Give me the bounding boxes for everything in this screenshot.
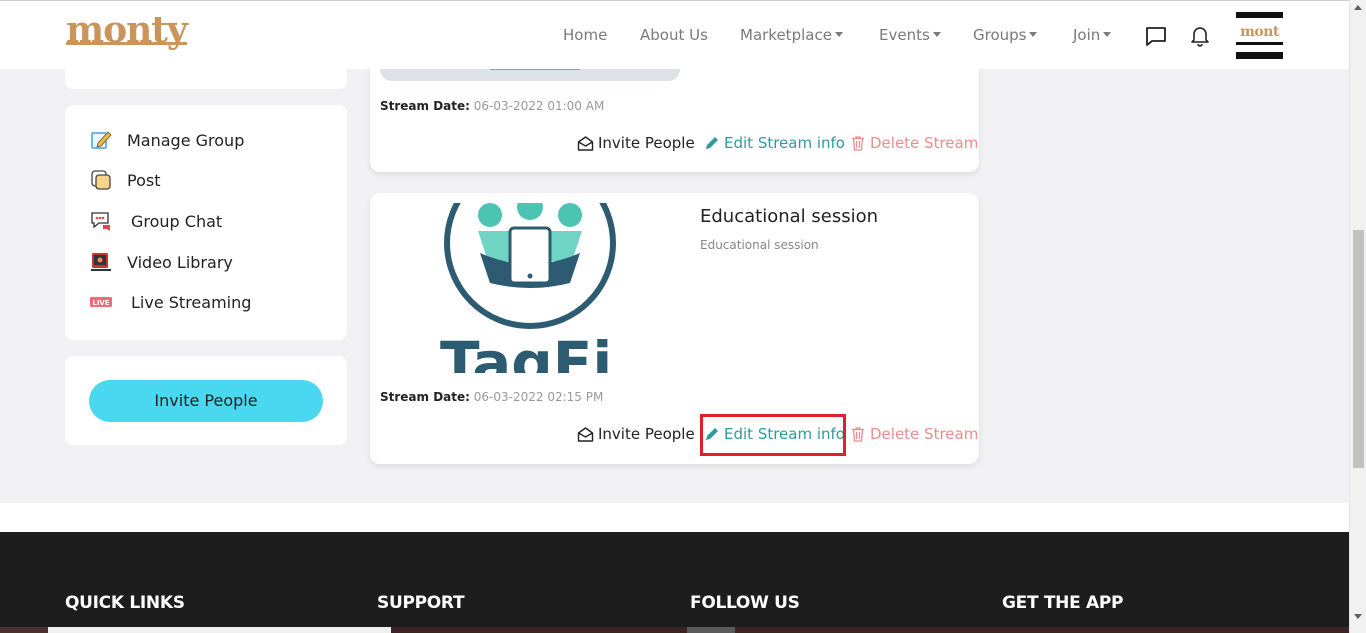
footer-strip <box>735 627 1349 633</box>
nav-events[interactable]: Events <box>879 26 941 44</box>
nav-about[interactable]: About Us <box>640 26 708 44</box>
nav-marketplace[interactable]: Marketplace <box>740 26 843 44</box>
nav-join-label: Join <box>1073 26 1101 44</box>
stream-date: Stream Date: 06-03-2022 02:15 PM <box>380 390 603 404</box>
footer-strip <box>391 627 687 633</box>
live-badge-text: LIVE <box>92 299 109 307</box>
avatar[interactable]: mont <box>1236 12 1283 59</box>
sidebar-item-manage-group[interactable]: Manage Group <box>89 127 244 153</box>
stream-date-value: 06-03-2022 01:00 AM <box>473 99 605 113</box>
edit-stream-label: Edit Stream info <box>724 134 845 152</box>
video-library-icon <box>89 250 113 274</box>
tagfi-logo-image: TagFi <box>440 203 616 373</box>
footer-strip <box>687 627 735 633</box>
delete-stream-label: Delete Stream <box>870 134 979 152</box>
bell-icon[interactable] <box>1187 23 1213 49</box>
envelope-open-icon <box>577 135 594 151</box>
chat-icon <box>89 209 113 233</box>
avatar-text: mont <box>1240 24 1279 40</box>
stream-date: Stream Date: 06-03-2022 01:00 AM <box>380 99 604 113</box>
invite-people-label: Invite People <box>598 134 695 152</box>
avatar-bar-mid <box>1236 42 1283 45</box>
nav-home[interactable]: Home <box>563 26 607 44</box>
invite-people-button[interactable]: Invite People <box>89 380 323 422</box>
scroll-down-arrow-icon[interactable] <box>1354 614 1362 619</box>
trash-icon <box>852 136 864 151</box>
sidebar-menu-card: Manage Group Post Group Chat Video Libra… <box>65 105 347 340</box>
delete-stream-label: Delete Stream <box>870 425 979 443</box>
edit-stream-link[interactable]: Edit Stream info <box>704 134 845 152</box>
scrollbar-thumb[interactable] <box>1353 230 1364 468</box>
delete-stream-link[interactable]: Delete Stream <box>850 134 978 152</box>
nav-events-label: Events <box>879 26 930 44</box>
footer-support-heading: SUPPORT <box>377 593 465 613</box>
avatar-bar-top <box>1236 12 1283 18</box>
avatar-bar-bottom <box>1236 52 1283 59</box>
sidebar-item-label: Group Chat <box>131 211 223 231</box>
nav-groups[interactable]: Groups <box>973 26 1038 44</box>
stream-description: Educational session <box>700 238 819 252</box>
sidebar-item-live-streaming[interactable]: LIVE Live Streaming <box>89 289 251 315</box>
footer-follow-us-heading: FOLLOW US <box>690 593 800 613</box>
top-navbar: monty Home About Us Marketplace Events G… <box>0 0 1349 69</box>
pencil-icon <box>706 137 718 149</box>
trash-icon <box>852 427 864 442</box>
sidebar-invite-card: Invite People <box>65 356 347 445</box>
logo-underline <box>66 42 187 45</box>
sidebar-item-post[interactable]: Post <box>89 167 160 193</box>
edit-note-icon <box>89 128 113 152</box>
live-icon: LIVE <box>89 290 113 314</box>
invite-people-link[interactable]: Invite People <box>577 134 695 152</box>
stream-title: Educational session <box>700 206 878 227</box>
footer-spacer <box>0 503 1349 532</box>
chevron-down-icon <box>1029 31 1038 37</box>
sidebar-item-group-chat[interactable]: Group Chat <box>89 208 222 234</box>
stream-thumbnail: TagFi <box>380 203 680 373</box>
nav-join[interactable]: Join <box>1073 26 1112 44</box>
nav-marketplace-label: Marketplace <box>740 26 832 44</box>
envelope-open-icon <box>577 426 594 442</box>
tagfi-logo-text: TagFi <box>440 329 612 373</box>
footer: QUICK LINKS SUPPORT FOLLOW US GET THE AP… <box>0 532 1349 633</box>
page-scrollbar[interactable] <box>1349 0 1366 633</box>
sidebar-item-label: Manage Group <box>127 130 245 150</box>
footer-get-app-heading: GET THE APP <box>1002 593 1124 613</box>
scroll-up-arrow-icon[interactable] <box>1354 5 1362 10</box>
stream-date-value: 06-03-2022 02:15 PM <box>473 390 604 404</box>
messages-icon[interactable] <box>1143 23 1169 49</box>
post-icon <box>89 168 113 192</box>
stream-date-label: Stream Date: <box>380 390 470 404</box>
footer-strip <box>0 627 48 633</box>
sidebar-item-label: Live Streaming <box>131 292 252 312</box>
stream-card: TagFi Educational session Educational se… <box>370 193 979 464</box>
edit-stream-highlight-box <box>700 414 846 456</box>
invite-people-label: Invite People <box>598 425 695 443</box>
sidebar-item-label: Video Library <box>127 252 233 272</box>
chevron-down-icon <box>932 31 941 37</box>
footer-strip <box>48 627 391 633</box>
stream-date-label: Stream Date: <box>380 99 470 113</box>
invite-people-link[interactable]: Invite People <box>577 425 695 443</box>
nav-groups-label: Groups <box>973 26 1027 44</box>
footer-quick-links-heading: QUICK LINKS <box>65 593 185 613</box>
sidebar-item-video-library[interactable]: Video Library <box>89 249 233 275</box>
chevron-down-icon <box>834 31 843 37</box>
delete-stream-link[interactable]: Delete Stream <box>850 425 978 443</box>
sidebar-item-label: Post <box>127 170 161 190</box>
chevron-down-icon <box>1103 31 1112 37</box>
